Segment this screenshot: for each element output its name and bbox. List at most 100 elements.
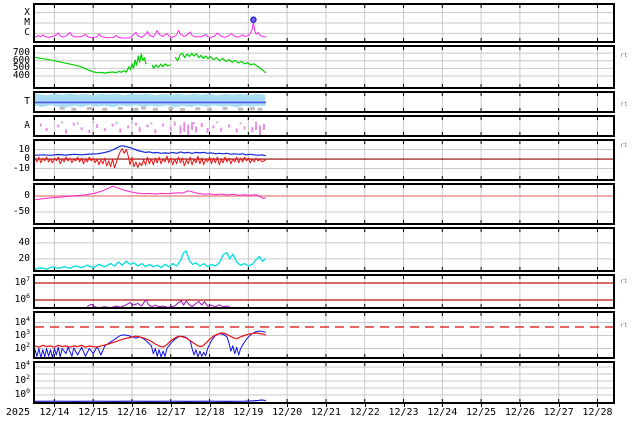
A-gray [174, 121, 176, 123]
x-tick-label: 12/19 [226, 407, 270, 419]
panel-low-energy-flux [33, 361, 615, 404]
series-wind-speed [175, 53, 265, 72]
temp-gray-patches [153, 108, 158, 111]
x-tick-label: 12/28 [575, 407, 619, 419]
A-violet [65, 129, 67, 133]
y-tick-label-dst: 0 [0, 191, 30, 201]
A-violet [207, 128, 209, 133]
panel-scatter-A [33, 115, 615, 137]
x-axis-tick [481, 404, 482, 407]
A-violet [73, 123, 75, 126]
x-tick-label: 12/14 [32, 407, 76, 419]
A-violet [81, 127, 83, 130]
A-violet [170, 127, 172, 131]
temp-gray-patches [87, 107, 92, 110]
series-background-flux [35, 400, 265, 401]
A-violet [212, 125, 214, 128]
panel-density [33, 227, 615, 272]
A-violet [220, 128, 222, 132]
A-violet [57, 125, 59, 128]
x-tick-label: 12/27 [537, 407, 581, 419]
A-gray [131, 121, 133, 123]
y-tick-label-proton-flux: 102 [0, 344, 30, 354]
series-proton-density [35, 251, 265, 269]
x-tick-label: 12/20 [265, 407, 309, 419]
series-wind-speed [35, 54, 146, 73]
temp-gray-patches [180, 108, 185, 111]
panel-temperature [33, 91, 615, 113]
panel-canvas-density [35, 229, 613, 270]
x-tick-label: 12/21 [304, 407, 348, 419]
A-violet [46, 128, 48, 131]
A-violet [147, 125, 149, 128]
A-gray [255, 121, 257, 123]
A-violet [40, 124, 42, 127]
temp-gray-patches [71, 108, 76, 111]
A-violet [154, 129, 156, 133]
A-violet [135, 123, 137, 126]
x-axis-tick [54, 404, 55, 407]
A-gray [61, 121, 63, 123]
y-tick-label-dst: -50 [0, 207, 30, 217]
A-gray [116, 122, 118, 124]
A-violet [263, 124, 265, 130]
y-tick-label-electron-flux: 106 [0, 295, 30, 305]
x-tick-label: 12/25 [459, 407, 503, 419]
temp-gray-patches [141, 107, 146, 110]
x-axis-tick [520, 404, 521, 407]
x-axis-tick [597, 404, 598, 407]
temp-gray-patches [102, 108, 107, 111]
panel-xray-flux [33, 3, 615, 43]
panel-canvas-imf-b [35, 141, 613, 179]
A-violet [162, 124, 164, 127]
x-axis-tick [442, 404, 443, 407]
temp-gray-patches [207, 108, 212, 111]
realtime-annotation: rt [620, 322, 628, 329]
temp-band [35, 94, 265, 108]
panel-proton-flux [33, 311, 615, 359]
flare-event-marker [251, 17, 256, 22]
A-violet [96, 124, 98, 128]
panel-imf-b [33, 139, 615, 181]
x-axis-tick [326, 404, 327, 407]
series-bt [35, 146, 265, 156]
panel-canvas-dst [35, 185, 613, 223]
y-tick-label-imf-b: -10 [0, 164, 30, 174]
panel-dst [33, 183, 615, 225]
y-tick-label-proton-flux: 104 [0, 318, 30, 328]
series-bz [35, 149, 265, 168]
A-violet [244, 126, 246, 129]
x-axis-tick [132, 404, 133, 407]
A-violet [251, 127, 253, 132]
x-axis-tick [171, 404, 172, 407]
x-tick-label: 12/16 [110, 407, 154, 419]
x-axis-tick [210, 404, 211, 407]
series-proton-blue [35, 331, 265, 357]
A-violet [88, 130, 90, 133]
y-tick-label-electron-flux: 107 [0, 278, 30, 288]
x-axis-tick [248, 404, 249, 407]
y-tick-label-temperature: T [0, 97, 30, 107]
realtime-annotation: rt [620, 142, 628, 149]
temp-gray-patches [223, 107, 228, 110]
A-gray [92, 121, 94, 123]
realtime-annotation: rt [620, 101, 628, 108]
x-axis-tick [365, 404, 366, 407]
y-tick-label-low-energy-flux: 102 [0, 376, 30, 386]
series-wind-speed [152, 64, 170, 69]
A-violet [127, 125, 129, 128]
A-violet [104, 128, 106, 131]
panel-canvas-electron-flux [35, 276, 613, 307]
panel-solar-wind-speed [33, 45, 615, 89]
temp-gray-patches [133, 108, 138, 111]
panel-canvas-scatter-A [35, 117, 613, 135]
x-tick-label: 12/26 [498, 407, 542, 419]
temp-gray-patches [60, 107, 65, 110]
x-tick-label: 12/22 [343, 407, 387, 419]
panel-canvas-solar-wind-speed [35, 47, 613, 87]
y-tick-label-low-energy-flux: 104 [0, 362, 30, 372]
y-tick-label-proton-flux: 103 [0, 331, 30, 341]
space-weather-multipanel-plot: XMC700600500400TA100-100-504020107106104… [0, 0, 634, 424]
x-axis-tick [404, 404, 405, 407]
A-gray [77, 122, 79, 124]
